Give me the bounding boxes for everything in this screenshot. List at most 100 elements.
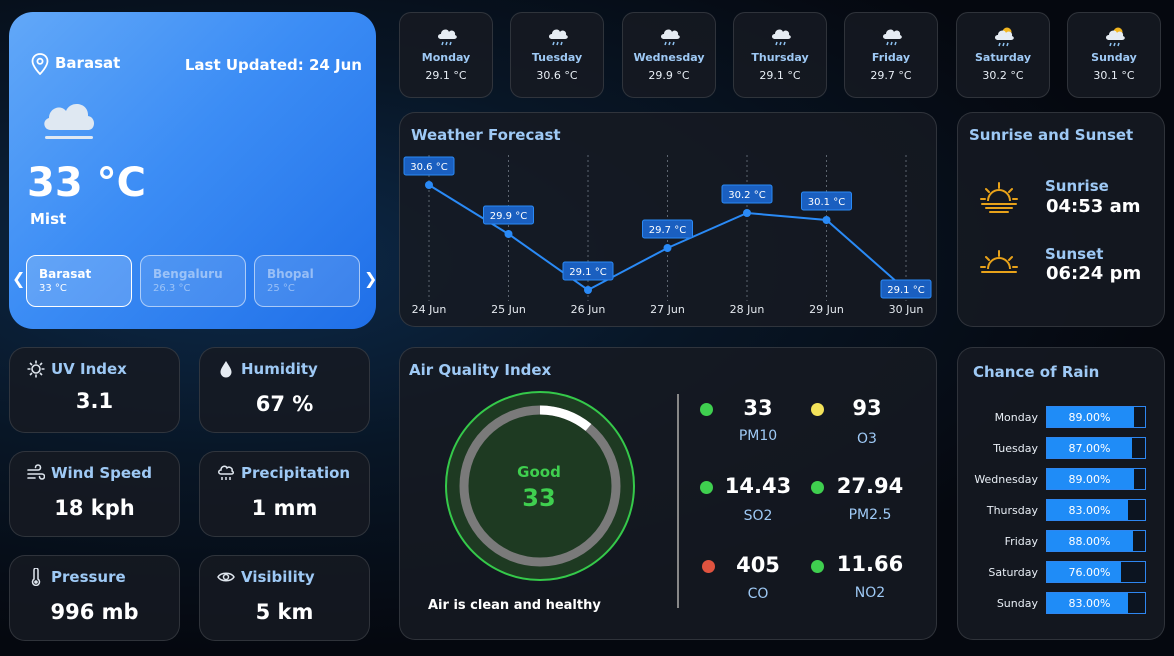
humidity-label: Humidity <box>241 360 318 378</box>
cloud-rain-icon <box>883 29 902 46</box>
rain-bar-track: 88.00% <box>1046 530 1146 552</box>
day-temp: 30.6 °C <box>536 69 578 82</box>
wind-value: 18 kph <box>54 496 135 520</box>
visibility-label: Visibility <box>241 568 315 586</box>
rain-day-label: Saturday <box>988 566 1038 579</box>
pressure-card: Pressure 996 mb <box>9 555 180 641</box>
thermometer-icon <box>31 568 41 586</box>
day-card-thursday[interactable]: Thursday 29.1 °C <box>733 12 827 98</box>
rain-bar-value: 89.00% <box>1068 473 1111 486</box>
chance-of-rain-card: Chance of Rain Monday 89.00% Tuesday 87.00%… <box>957 347 1165 640</box>
day-temp: 30.2 °C <box>982 69 1024 82</box>
uv-index-card: UV Index 3.1 <box>9 347 180 433</box>
day-card-saturday[interactable]: Saturday 30.2 °C <box>956 12 1050 98</box>
city-temp: 33 °C <box>39 283 67 294</box>
city-name: Bhopal <box>267 267 314 281</box>
rain-day-label: Sunday <box>996 597 1038 610</box>
rain-bar-track: 83.00% <box>1046 499 1146 521</box>
x-tick-label: 25 Jun <box>491 303 526 316</box>
forecast-line-chart: 24 Jun 25 Jun 26 Jun 27 Jun 28 Jun 29 Jun 30 J… <box>403 155 932 316</box>
aqi-status: Good <box>517 463 561 481</box>
rain-bar-track: 87.00% <box>1046 437 1146 459</box>
sunrise-label: Sunrise <box>1045 177 1109 195</box>
o3-label: O3 <box>857 431 877 447</box>
data-point <box>504 230 513 238</box>
wind-icon <box>27 464 45 480</box>
precipitation-label: Precipitation <box>241 464 351 482</box>
day-temp: 29.9 °C <box>648 69 690 82</box>
pm25-status-dot <box>811 481 824 494</box>
data-point <box>663 244 672 252</box>
x-tick-label: 26 Jun <box>571 303 606 316</box>
data-label: 29.7 °C <box>649 225 686 236</box>
rain-day-label: Wednesday <box>974 473 1038 486</box>
rain-bar-track: 89.00% <box>1046 406 1146 428</box>
data-point <box>425 181 433 189</box>
rain-bar-value: 87.00% <box>1068 442 1111 455</box>
day-temp: 29.1 °C <box>425 69 467 82</box>
cloud-rain-icon <box>549 29 568 46</box>
no2-label: NO2 <box>854 585 886 601</box>
rain-bar-value: 89.00% <box>1068 411 1111 424</box>
day-temp: 29.7 °C <box>870 69 912 82</box>
day-card-friday[interactable]: Friday 29.7 °C <box>844 12 938 98</box>
weather-forecast-card: Weather Forecast 24 Jun 25 Jun 26 Jun 27 Ju… <box>399 112 937 327</box>
humidity-card: Humidity 67 % <box>199 347 370 433</box>
city-chip-barasat[interactable]: Barasat 33 °C <box>26 255 132 307</box>
uv-value: 3.1 <box>75 389 114 413</box>
uv-sun-icon <box>27 360 45 378</box>
humidity-value: 67 % <box>255 392 314 416</box>
day-temp: 29.1 °C <box>759 69 801 82</box>
current-weather-card: Barasat Last Updated: 24 Jun 33 °C Mist … <box>9 12 377 329</box>
day-card-wednesday[interactable]: Wednesday 29.9 °C <box>622 12 716 98</box>
pm25-value: 27.94 <box>836 474 904 498</box>
sun-cloud-rain-icon <box>1106 27 1125 47</box>
wind-label: Wind Speed <box>51 464 152 482</box>
sun-cloud-rain-icon <box>995 27 1014 47</box>
rain-bar-value: 83.00% <box>1068 597 1111 610</box>
eye-icon <box>217 572 235 582</box>
x-tick-label: 30 Jun <box>889 303 924 316</box>
sunrise-icon <box>980 182 1018 213</box>
data-label: 30.1 °C <box>808 197 845 208</box>
city-chip-bhopal[interactable]: Bhopal 25 °C <box>254 255 360 307</box>
day-card-sunday[interactable]: Sunday 30.1 °C <box>1067 12 1161 98</box>
sunrise-time: 04:53 am <box>1046 196 1141 217</box>
rain-bar-track: 76.00% <box>1046 561 1146 583</box>
co-label: CO <box>747 586 769 602</box>
aqi-message: Air is clean and healthy <box>428 598 601 613</box>
prev-city-button[interactable]: ❮ <box>12 269 25 288</box>
cloud-rain-icon <box>772 29 791 46</box>
rain-bar-value: 76.00% <box>1068 566 1111 579</box>
day-name: Tuesday <box>531 51 583 64</box>
day-name: Friday <box>871 51 911 64</box>
next-city-button[interactable]: ❯ <box>364 269 377 288</box>
day-card-monday[interactable]: Monday 29.1 °C <box>399 12 493 98</box>
data-label: 29.9 °C <box>490 211 527 222</box>
co-value: 405 <box>736 553 780 577</box>
data-label: 30.6 °C <box>410 162 447 173</box>
x-tick-label: 29 Jun <box>809 303 844 316</box>
pm10-value: 33 <box>743 396 773 420</box>
data-point <box>584 286 592 294</box>
air-quality-card: Air Quality Index Good 33 Air is clean a… <box>399 347 937 640</box>
city-chip-bengaluru[interactable]: Bengaluru 26.3 °C <box>140 255 246 307</box>
current-temperature: 33 °C <box>27 160 146 206</box>
sunset-icon <box>980 250 1018 273</box>
visibility-card: Visibility 5 km <box>199 555 370 641</box>
data-label: 29.1 °C <box>887 285 924 296</box>
precipitation-card: Precipitation 1 mm <box>199 451 370 537</box>
so2-label: SO2 <box>743 508 773 524</box>
x-tick-label: 28 Jun <box>730 303 765 316</box>
rain-bar-value: 88.00% <box>1068 535 1111 548</box>
aqi-title: Air Quality Index <box>409 361 552 379</box>
sun-title: Sunrise and Sunset <box>969 126 1134 144</box>
pressure-value: 996 mb <box>50 600 139 624</box>
data-label: 29.1 °C <box>569 267 606 278</box>
no2-value: 11.66 <box>836 552 904 576</box>
day-temp: 30.1 °C <box>1093 69 1135 82</box>
so2-value: 14.43 <box>724 474 792 498</box>
sunset-label: Sunset <box>1045 245 1104 263</box>
rain-day-label: Monday <box>994 411 1038 424</box>
day-card-tuesday[interactable]: Tuesday 30.6 °C <box>510 12 604 98</box>
